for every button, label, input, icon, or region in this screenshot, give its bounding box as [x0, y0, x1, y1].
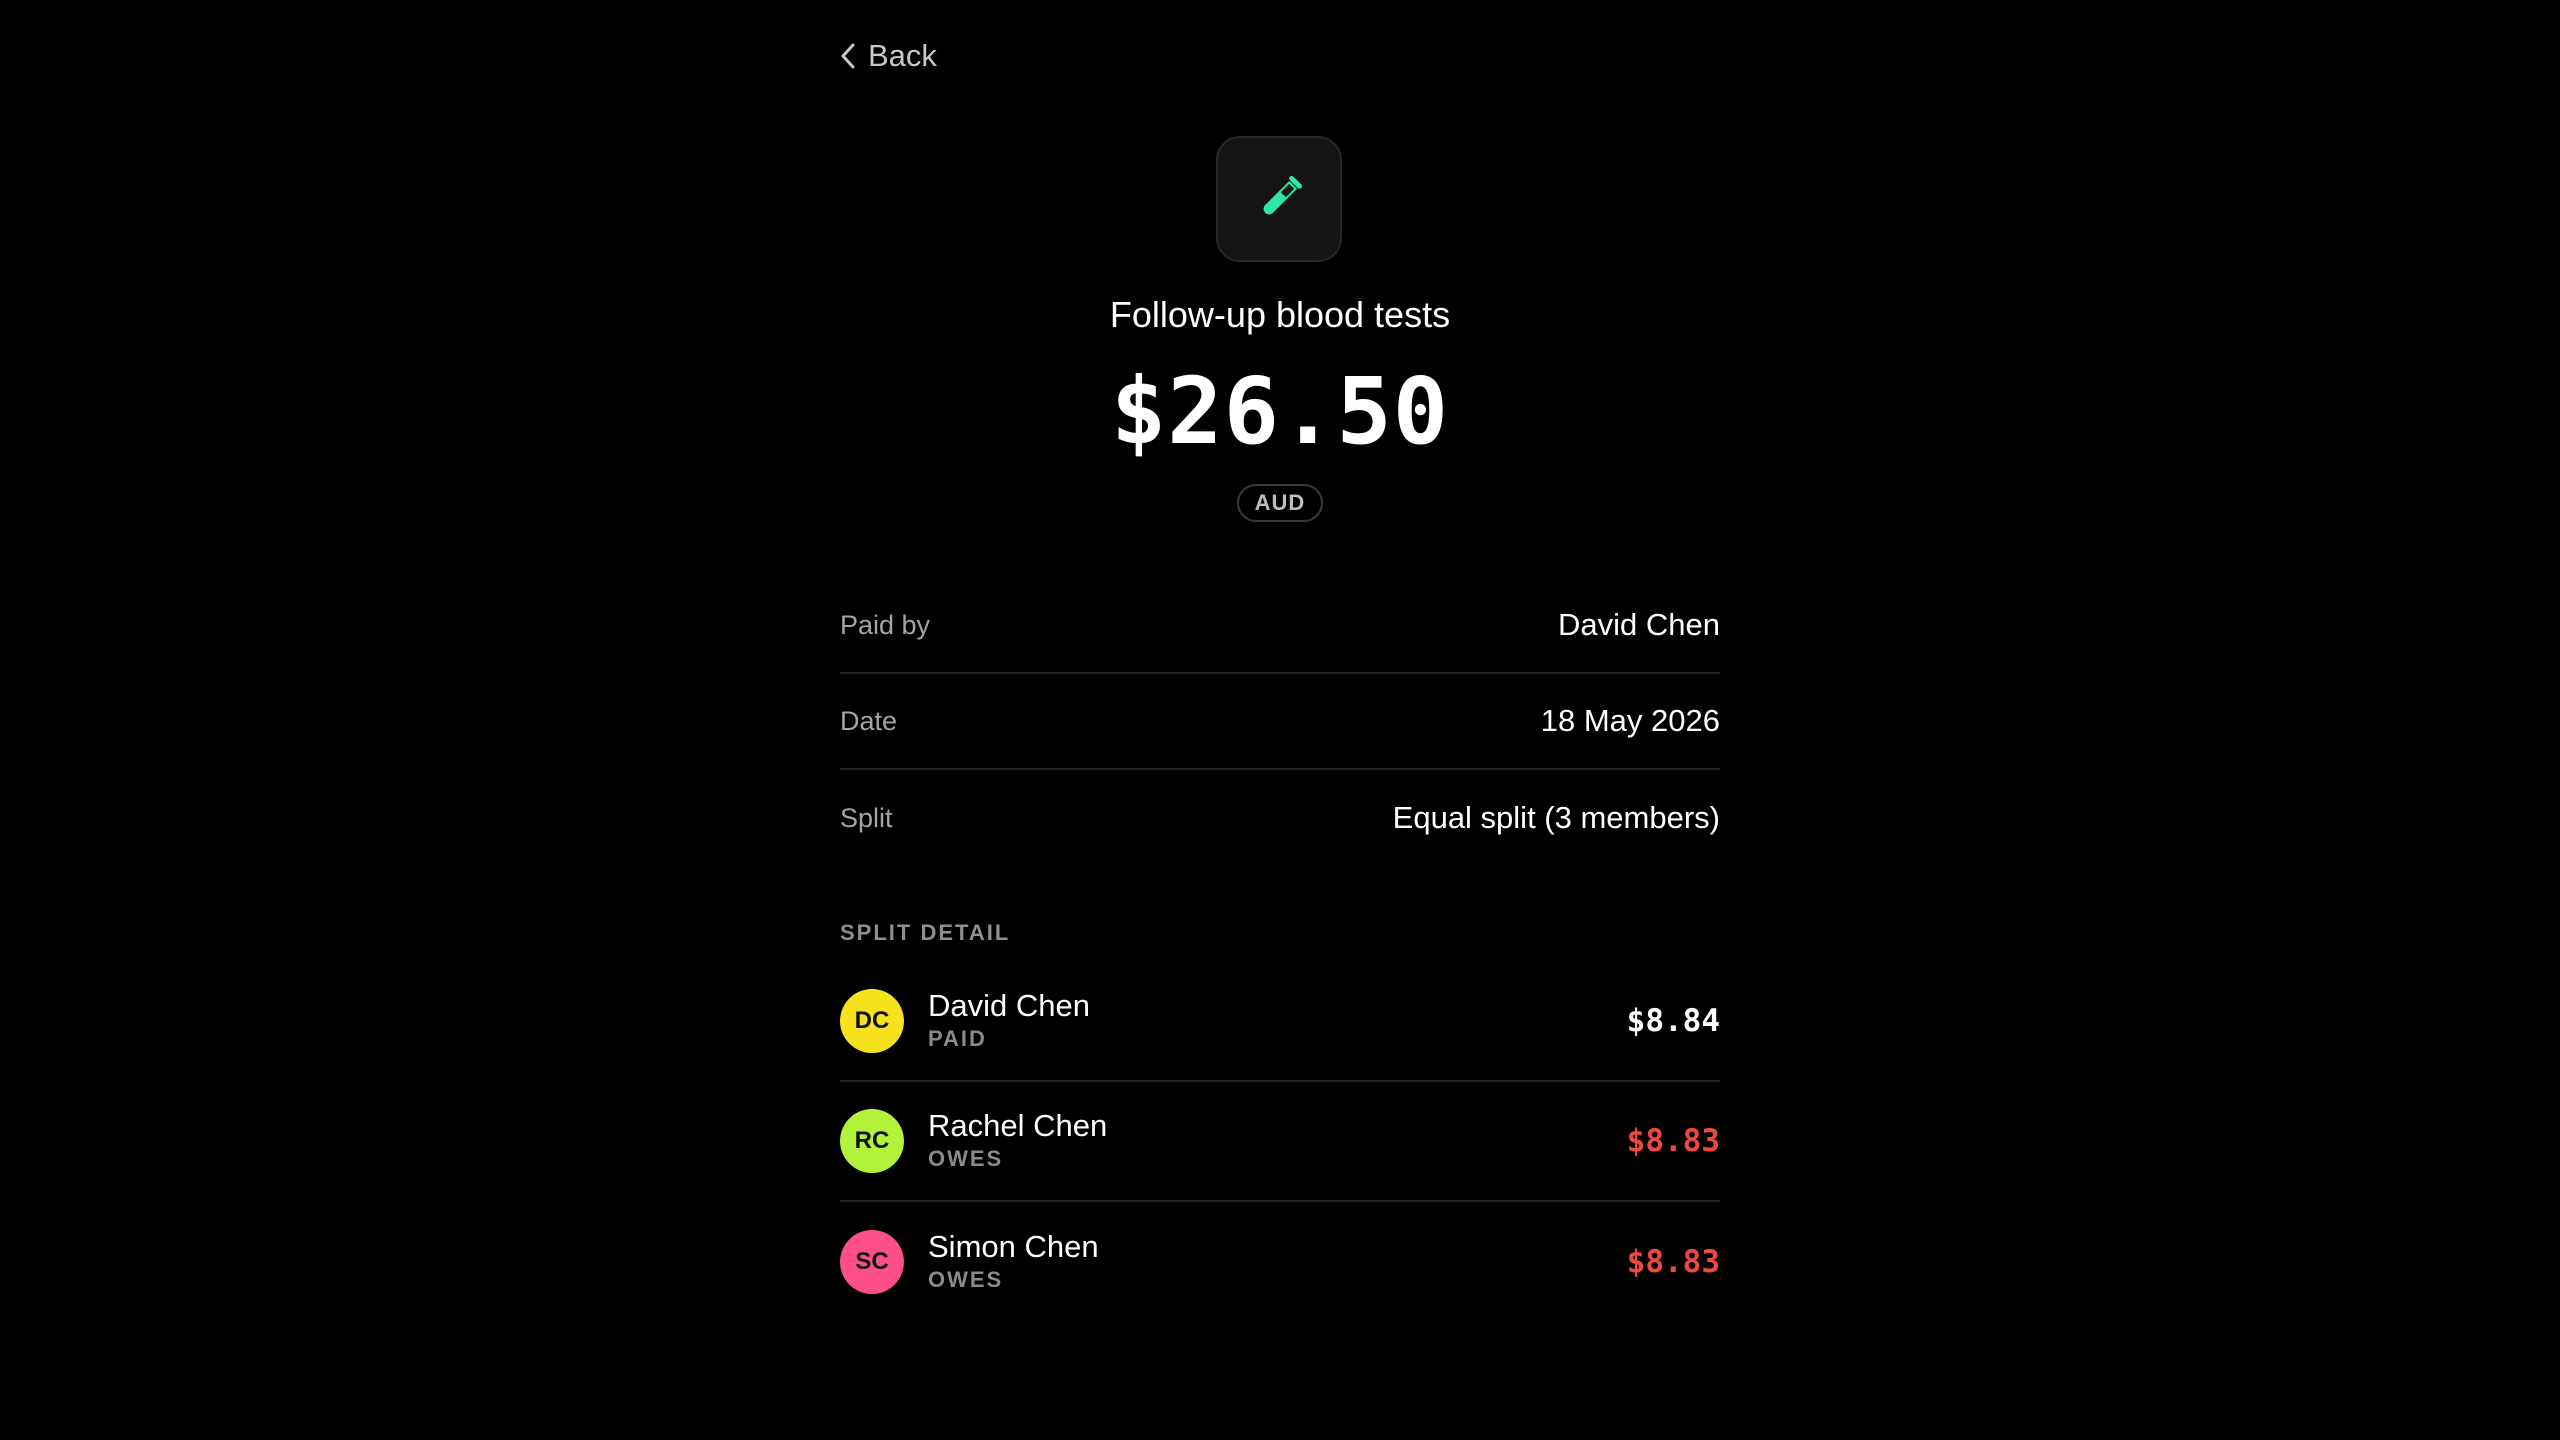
member-info: Simon Chen OWES — [928, 1229, 1627, 1295]
member-name: Rachel Chen — [928, 1108, 1108, 1143]
detail-row-paid-by: Paid by David Chen — [840, 578, 1720, 674]
expense-title: Follow-up blood tests — [1109, 294, 1451, 335]
detail-row-split: Split Equal split (3 members) — [840, 770, 1720, 866]
member-info: Rachel Chen OWES — [928, 1108, 1627, 1174]
member-amount: $8.83 — [1626, 1123, 1720, 1159]
member-row[interactable]: SC Simon Chen OWES $8.83 — [840, 1202, 1720, 1322]
avatar: DC — [840, 989, 904, 1053]
member-name: Simon Chen — [928, 1229, 1099, 1264]
back-button[interactable]: Back — [840, 34, 937, 78]
detail-value: David Chen — [1558, 607, 1720, 642]
member-amount: $8.83 — [1626, 1244, 1720, 1280]
expense-amount: $26.50 — [1110, 358, 1450, 465]
member-name: David Chen — [928, 988, 1090, 1023]
details-list: Paid by David Chen Date 18 May 2026 Spli… — [840, 578, 1720, 866]
detail-row-date: Date 18 May 2026 — [840, 674, 1720, 770]
currency-wrap: AUD — [840, 484, 1720, 522]
member-info: David Chen PAID — [928, 988, 1627, 1054]
member-amount: $8.84 — [1626, 1003, 1720, 1039]
split-detail-heading: SPLIT DETAIL — [840, 920, 1011, 945]
member-row[interactable]: DC David Chen PAID $8.84 — [840, 962, 1720, 1082]
split-member-list: DC David Chen PAID $8.84 RC Rachel Chen … — [840, 962, 1720, 1322]
detail-label: Paid by — [840, 609, 931, 640]
detail-value: 18 May 2026 — [1540, 703, 1720, 738]
member-row[interactable]: RC Rachel Chen OWES $8.83 — [840, 1082, 1720, 1202]
test-tube-icon — [1263, 175, 1303, 215]
detail-value: Equal split (3 members) — [1392, 800, 1720, 835]
avatar: SC — [840, 1230, 904, 1294]
member-status: PAID — [928, 1026, 987, 1051]
detail-label: Split — [840, 802, 893, 833]
back-label: Back — [868, 38, 937, 73]
category-icon-tile — [1216, 136, 1342, 262]
member-status: OWES — [928, 1267, 1004, 1292]
avatar: RC — [840, 1109, 904, 1173]
currency-badge: AUD — [1236, 484, 1324, 522]
detail-label: Date — [840, 705, 898, 736]
expense-detail-page: Back Follow-up blood tests $26.50 AUD Pa… — [0, 0, 2560, 1440]
chevron-left-icon — [841, 43, 855, 69]
member-status: OWES — [928, 1146, 1004, 1171]
